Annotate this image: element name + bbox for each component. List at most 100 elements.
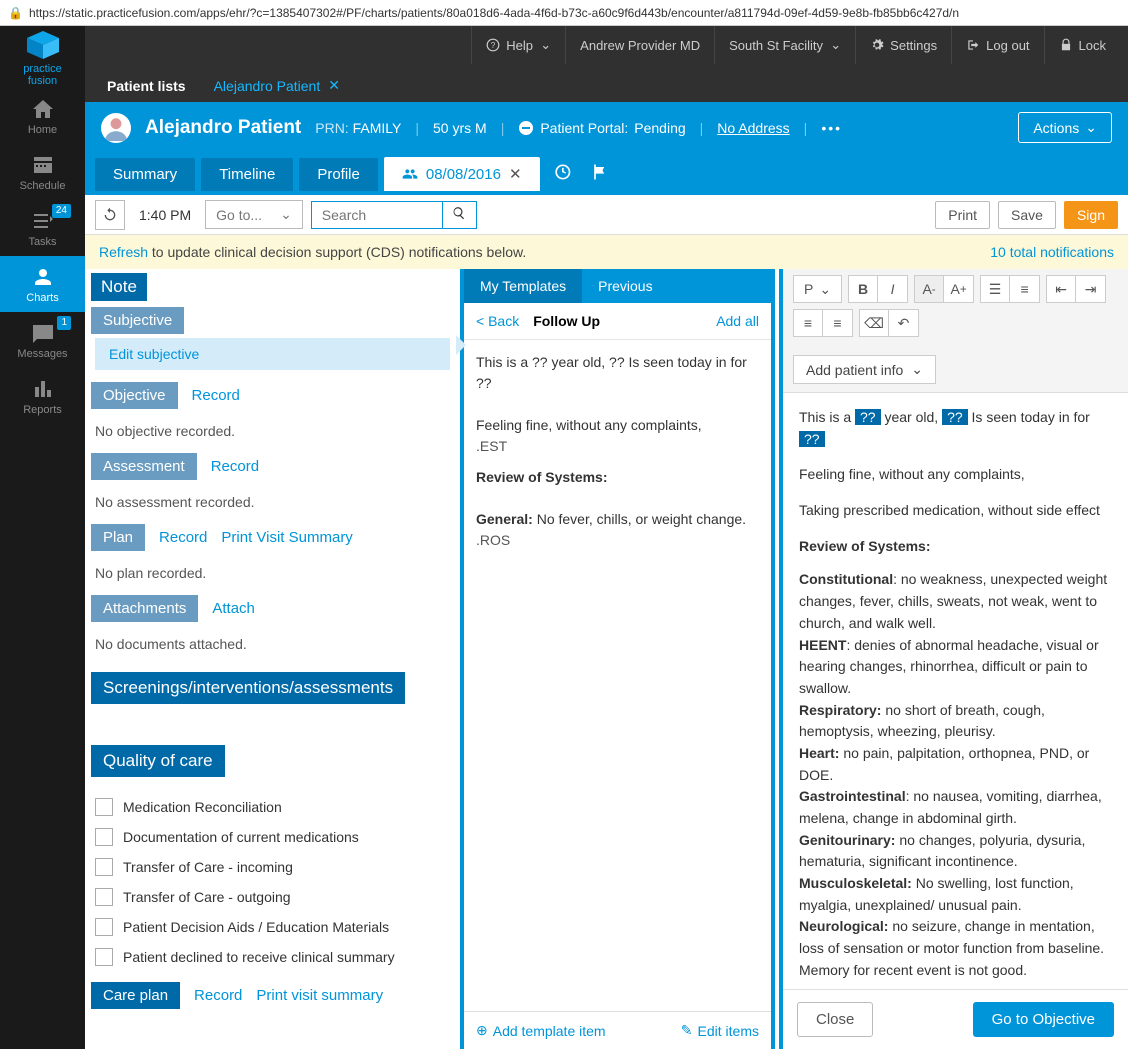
font-inc-button[interactable]: A+ (944, 275, 974, 303)
subtab-summary[interactable]: Summary (95, 158, 195, 191)
note-column: Note Subjective Edit subjective Objectiv… (85, 269, 460, 1049)
subtab-encounter[interactable]: 08/08/2016✕ (384, 157, 540, 191)
checkbox[interactable] (95, 918, 113, 936)
checkbox[interactable] (95, 888, 113, 906)
qc-item[interactable]: Transfer of Care - incoming (85, 852, 460, 882)
nav-messages[interactable]: 1Messages (0, 312, 85, 368)
patient-more[interactable]: ••• (821, 120, 842, 136)
nav-schedule[interactable]: Schedule (0, 144, 85, 200)
browser-url-bar: 🔒 https://static.practicefusion.com/apps… (0, 0, 1128, 26)
qc-item[interactable]: Documentation of current medications (85, 822, 460, 852)
no-docs-text: No documents attached. (85, 632, 460, 666)
search-button[interactable] (442, 202, 476, 228)
no-objective-text: No objective recorded. (85, 419, 460, 453)
template-line[interactable]: General: No fever, chills, or weight cha… (476, 509, 759, 530)
flag-icon[interactable] (584, 156, 616, 193)
print-visit-link[interactable]: Print Visit Summary (221, 529, 352, 546)
print-button[interactable]: Print (935, 201, 990, 229)
go-to-objective-button[interactable]: Go to Objective (973, 1002, 1114, 1037)
undo-button[interactable]: ↶ (889, 309, 919, 337)
goto-dropdown[interactable]: Go to...⌄ (205, 200, 303, 229)
template-body: This is a ?? year old, ?? Is seen today … (464, 340, 771, 1011)
close-icon[interactable]: ✕ (509, 165, 522, 183)
add-all-link[interactable]: Add all (716, 313, 759, 329)
checkbox[interactable] (95, 858, 113, 876)
qc-item[interactable]: Patient Decision Aids / Education Materi… (85, 912, 460, 942)
ul-button[interactable]: ☰ (980, 275, 1010, 303)
nav-home[interactable]: Home (0, 88, 85, 144)
clear-button[interactable]: ⌫ (859, 309, 889, 337)
subtab-profile[interactable]: Profile (299, 158, 378, 191)
bold-button[interactable]: B (848, 275, 878, 303)
refresh-button[interactable] (95, 200, 125, 230)
avatar[interactable] (101, 113, 131, 143)
record-assessment-link[interactable]: Record (211, 458, 259, 475)
subjective-header: Subjective (91, 307, 184, 334)
tab-my-templates[interactable]: My Templates (464, 269, 582, 303)
notifications-link[interactable]: 10 total notifications (990, 244, 1114, 260)
checkbox[interactable] (95, 948, 113, 966)
close-icon[interactable]: ✕ (328, 77, 340, 94)
facility-menu[interactable]: South St Facility ⌄ (714, 26, 855, 64)
nav-tasks[interactable]: 24Tasks (0, 200, 85, 256)
qc-item[interactable]: Patient declined to receive clinical sum… (85, 942, 460, 972)
close-button[interactable]: Close (797, 1002, 873, 1037)
placeholder[interactable]: ?? (799, 431, 825, 447)
sign-button[interactable]: Sign (1064, 201, 1118, 229)
placeholder[interactable]: ?? (855, 409, 881, 425)
tab-patient-lists[interactable]: Patient lists (93, 70, 200, 102)
qc-item[interactable]: Transfer of Care - outgoing (85, 882, 460, 912)
tab-patient[interactable]: Alejandro Patient✕ (200, 69, 354, 102)
checkbox[interactable] (95, 828, 113, 846)
patient-tabs: Patient lists Alejandro Patient✕ (85, 64, 1128, 102)
help-menu[interactable]: ?Help ⌄ (471, 26, 565, 64)
save-button[interactable]: Save (998, 201, 1056, 229)
quality-header: Quality of care (91, 745, 225, 777)
url-text: https://static.practicefusion.com/apps/e… (29, 6, 959, 20)
no-assessment-text: No assessment recorded. (85, 490, 460, 524)
subjective-editor[interactable]: This is a ?? year old, ?? Is seen today … (783, 393, 1128, 989)
template-line[interactable]: Feeling fine, without any complaints, (476, 415, 759, 436)
edit-items[interactable]: ✎ Edit items (681, 1022, 759, 1039)
record-careplan-link[interactable]: Record (194, 987, 242, 1004)
record-plan-link[interactable]: Record (159, 529, 207, 546)
italic-button[interactable]: I (878, 275, 908, 303)
align-right-button[interactable]: ≡ (823, 309, 853, 337)
refresh-link[interactable]: Refresh (99, 244, 148, 260)
templates-panel: My Templates Previous < Back Follow Up A… (460, 269, 775, 1049)
settings-link[interactable]: Settings (855, 26, 951, 64)
placeholder[interactable]: ?? (942, 409, 968, 425)
user-name[interactable]: Andrew Provider MD (565, 26, 714, 64)
add-patient-info[interactable]: Add patient info ⌄ (793, 355, 936, 384)
logout-link[interactable]: Log out (951, 26, 1043, 64)
nav-charts[interactable]: Charts (0, 256, 85, 312)
tasks-badge: 24 (52, 204, 71, 218)
nav-reports[interactable]: Reports (0, 368, 85, 424)
history-icon[interactable] (546, 156, 578, 193)
add-template-item[interactable]: ⊕ Add template item (476, 1022, 606, 1039)
actions-button[interactable]: Actions ⌄ (1018, 112, 1112, 143)
indent-button[interactable]: ⇥ (1076, 275, 1106, 303)
tab-previous[interactable]: Previous (582, 269, 668, 303)
patient-portal[interactable]: Patient Portal: Pending (518, 120, 685, 136)
paragraph-select[interactable]: P ⌄ (793, 275, 842, 303)
back-link[interactable]: < Back (476, 313, 519, 329)
outdent-button[interactable]: ⇤ (1046, 275, 1076, 303)
template-title: Follow Up (533, 313, 600, 329)
search-input[interactable] (312, 202, 442, 228)
font-dec-button[interactable]: A- (914, 275, 944, 303)
align-left-button[interactable]: ≡ (793, 309, 823, 337)
qc-item[interactable]: Medication Reconciliation (85, 792, 460, 822)
ol-button[interactable]: ≡ (1010, 275, 1040, 303)
template-line[interactable]: This is a ?? year old, ?? Is seen today … (476, 352, 759, 394)
record-objective-link[interactable]: Record (192, 387, 240, 404)
subtab-timeline[interactable]: Timeline (201, 158, 293, 191)
checkbox[interactable] (95, 798, 113, 816)
patient-address[interactable]: No Address (717, 120, 789, 136)
attach-link[interactable]: Attach (212, 600, 255, 617)
edit-subjective-link[interactable]: Edit subjective (95, 338, 450, 370)
print-visit2-link[interactable]: Print visit summary (256, 987, 383, 1004)
lock-link[interactable]: Lock (1044, 26, 1120, 64)
logo[interactable]: practicefusion (18, 34, 68, 84)
rich-text-toolbar: P ⌄ B I A- A+ ☰ ≡ ⇤ ⇥ (783, 269, 1128, 393)
